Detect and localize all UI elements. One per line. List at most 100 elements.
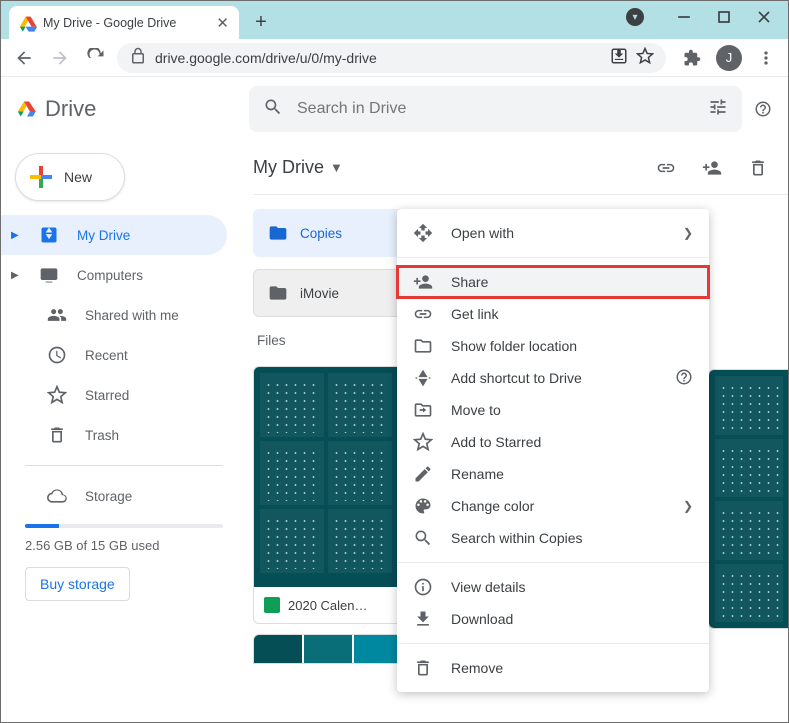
storage-text: 2.56 GB of 15 GB used (1, 538, 239, 553)
ctx-add-shortcut[interactable]: Add shortcut to Drive (397, 362, 709, 394)
ctx-move-to[interactable]: Move to (397, 394, 709, 426)
person-add-icon (413, 272, 433, 292)
drive-logo-icon (17, 99, 37, 119)
new-button[interactable]: New (15, 153, 125, 201)
folder-icon (268, 283, 288, 303)
clock-icon (47, 345, 67, 365)
file-thumbnail (254, 367, 404, 587)
browser-titlebar: My Drive - Google Drive ✕ + ▾ (1, 1, 788, 39)
caret-right-icon: ▶ (11, 230, 21, 241)
file-card-partial-right[interactable] (708, 369, 788, 629)
star-icon (413, 432, 433, 452)
caret-right-icon: ▶ (11, 270, 21, 281)
ctx-search-within[interactable]: Search within Copies (397, 522, 709, 554)
ctx-get-link[interactable]: Get link (397, 298, 709, 330)
sidebar-item-storage[interactable]: Storage (1, 476, 227, 516)
remove-button[interactable] (744, 154, 772, 182)
search-icon (263, 97, 283, 122)
ctx-view-details[interactable]: View details (397, 571, 709, 603)
back-button[interactable] (9, 43, 39, 73)
breadcrumb[interactable]: My Drive ▼ (253, 157, 343, 178)
chevron-right-icon: ❯ (683, 499, 693, 513)
file-name: 2020 Calen… (288, 598, 368, 613)
palette-icon (413, 496, 433, 516)
ctx-add-starred[interactable]: Add to Starred (397, 426, 709, 458)
close-window-button[interactable] (744, 5, 784, 29)
folder-icon (268, 223, 288, 243)
tab-close-button[interactable]: ✕ (216, 14, 229, 32)
divider (397, 562, 709, 563)
sidebar-item-mydrive[interactable]: ▶ My Drive (1, 215, 227, 255)
tab-title: My Drive - Google Drive (43, 16, 176, 30)
edit-icon (413, 464, 433, 484)
file-card-partial[interactable] (253, 634, 405, 664)
ctx-show-location[interactable]: Show folder location (397, 330, 709, 362)
folder-copies[interactable]: Copies (253, 209, 405, 257)
maximize-button[interactable] (704, 5, 744, 29)
profile-avatar[interactable]: J (716, 45, 742, 71)
search-icon (413, 528, 433, 548)
product-name: Drive (45, 96, 96, 122)
search-options-icon[interactable] (708, 97, 728, 122)
divider (397, 257, 709, 258)
window-controls: ▾ (626, 1, 788, 39)
ctx-remove[interactable]: Remove (397, 652, 709, 684)
shared-icon (47, 305, 67, 325)
sidebar-item-starred[interactable]: Starred (1, 375, 227, 415)
sidebar-item-shared[interactable]: Shared with me (1, 295, 227, 335)
context-menu: Open with ❯ Share Get link Show folder l… (397, 209, 709, 692)
cloud-icon (47, 486, 67, 506)
buy-storage-button[interactable]: Buy storage (25, 567, 130, 601)
ctx-share[interactable]: Share (397, 266, 709, 298)
sidebar: New ▶ My Drive ▶ Computers Shared with m… (1, 141, 239, 722)
new-tab-button[interactable]: + (247, 8, 275, 36)
plus-icon (30, 166, 52, 188)
star-bookmark-icon[interactable] (636, 47, 654, 68)
search-input[interactable] (297, 100, 694, 118)
reload-button[interactable] (81, 43, 111, 73)
chevron-down-icon: ▼ (330, 160, 343, 175)
divider (397, 643, 709, 644)
address-bar[interactable]: drive.google.com/drive/u/0/my-drive (117, 43, 666, 73)
ctx-change-color[interactable]: Change color ❯ (397, 490, 709, 522)
download-icon (413, 609, 433, 629)
folder-outline-icon (413, 336, 433, 356)
info-icon (413, 577, 433, 597)
trash-icon (413, 658, 433, 678)
chevron-right-icon: ❯ (683, 226, 693, 240)
mydrive-icon (39, 225, 59, 245)
drive-shortcut-icon (413, 368, 433, 388)
support-button[interactable] (754, 95, 772, 123)
folder-imovie[interactable]: iMovie (253, 269, 405, 317)
extensions-button[interactable] (678, 44, 706, 72)
minimize-button[interactable] (664, 5, 704, 29)
search-box[interactable] (249, 86, 742, 132)
file-card[interactable]: 2020 Calen… (253, 366, 405, 624)
sidebar-item-trash[interactable]: Trash (1, 415, 227, 455)
ctx-open-with[interactable]: Open with ❯ (397, 217, 709, 249)
url-text: drive.google.com/drive/u/0/my-drive (155, 50, 377, 66)
link-icon (413, 304, 433, 324)
drive-header: Drive (1, 77, 788, 141)
computers-icon (39, 265, 59, 285)
browsing-mode-icon[interactable]: ▾ (626, 8, 644, 26)
get-link-button[interactable] (652, 154, 680, 182)
drive-favicon-icon (19, 15, 35, 31)
browser-toolbar: drive.google.com/drive/u/0/my-drive J (1, 39, 788, 77)
help-icon[interactable] (675, 368, 693, 389)
lock-icon (129, 47, 147, 68)
ctx-download[interactable]: Download (397, 603, 709, 635)
drive-logo[interactable]: Drive (17, 96, 237, 122)
sidebar-item-computers[interactable]: ▶ Computers (1, 255, 227, 295)
browser-menu-button[interactable] (752, 44, 780, 72)
browser-tab[interactable]: My Drive - Google Drive ✕ (9, 6, 239, 39)
install-app-icon[interactable] (610, 47, 628, 68)
forward-button[interactable] (45, 43, 75, 73)
share-button[interactable] (698, 154, 726, 182)
move-icon (413, 400, 433, 420)
trash-icon (47, 425, 67, 445)
sidebar-item-recent[interactable]: Recent (1, 335, 227, 375)
sheets-icon (264, 597, 280, 613)
storage-meter (25, 524, 223, 528)
ctx-rename[interactable]: Rename (397, 458, 709, 490)
